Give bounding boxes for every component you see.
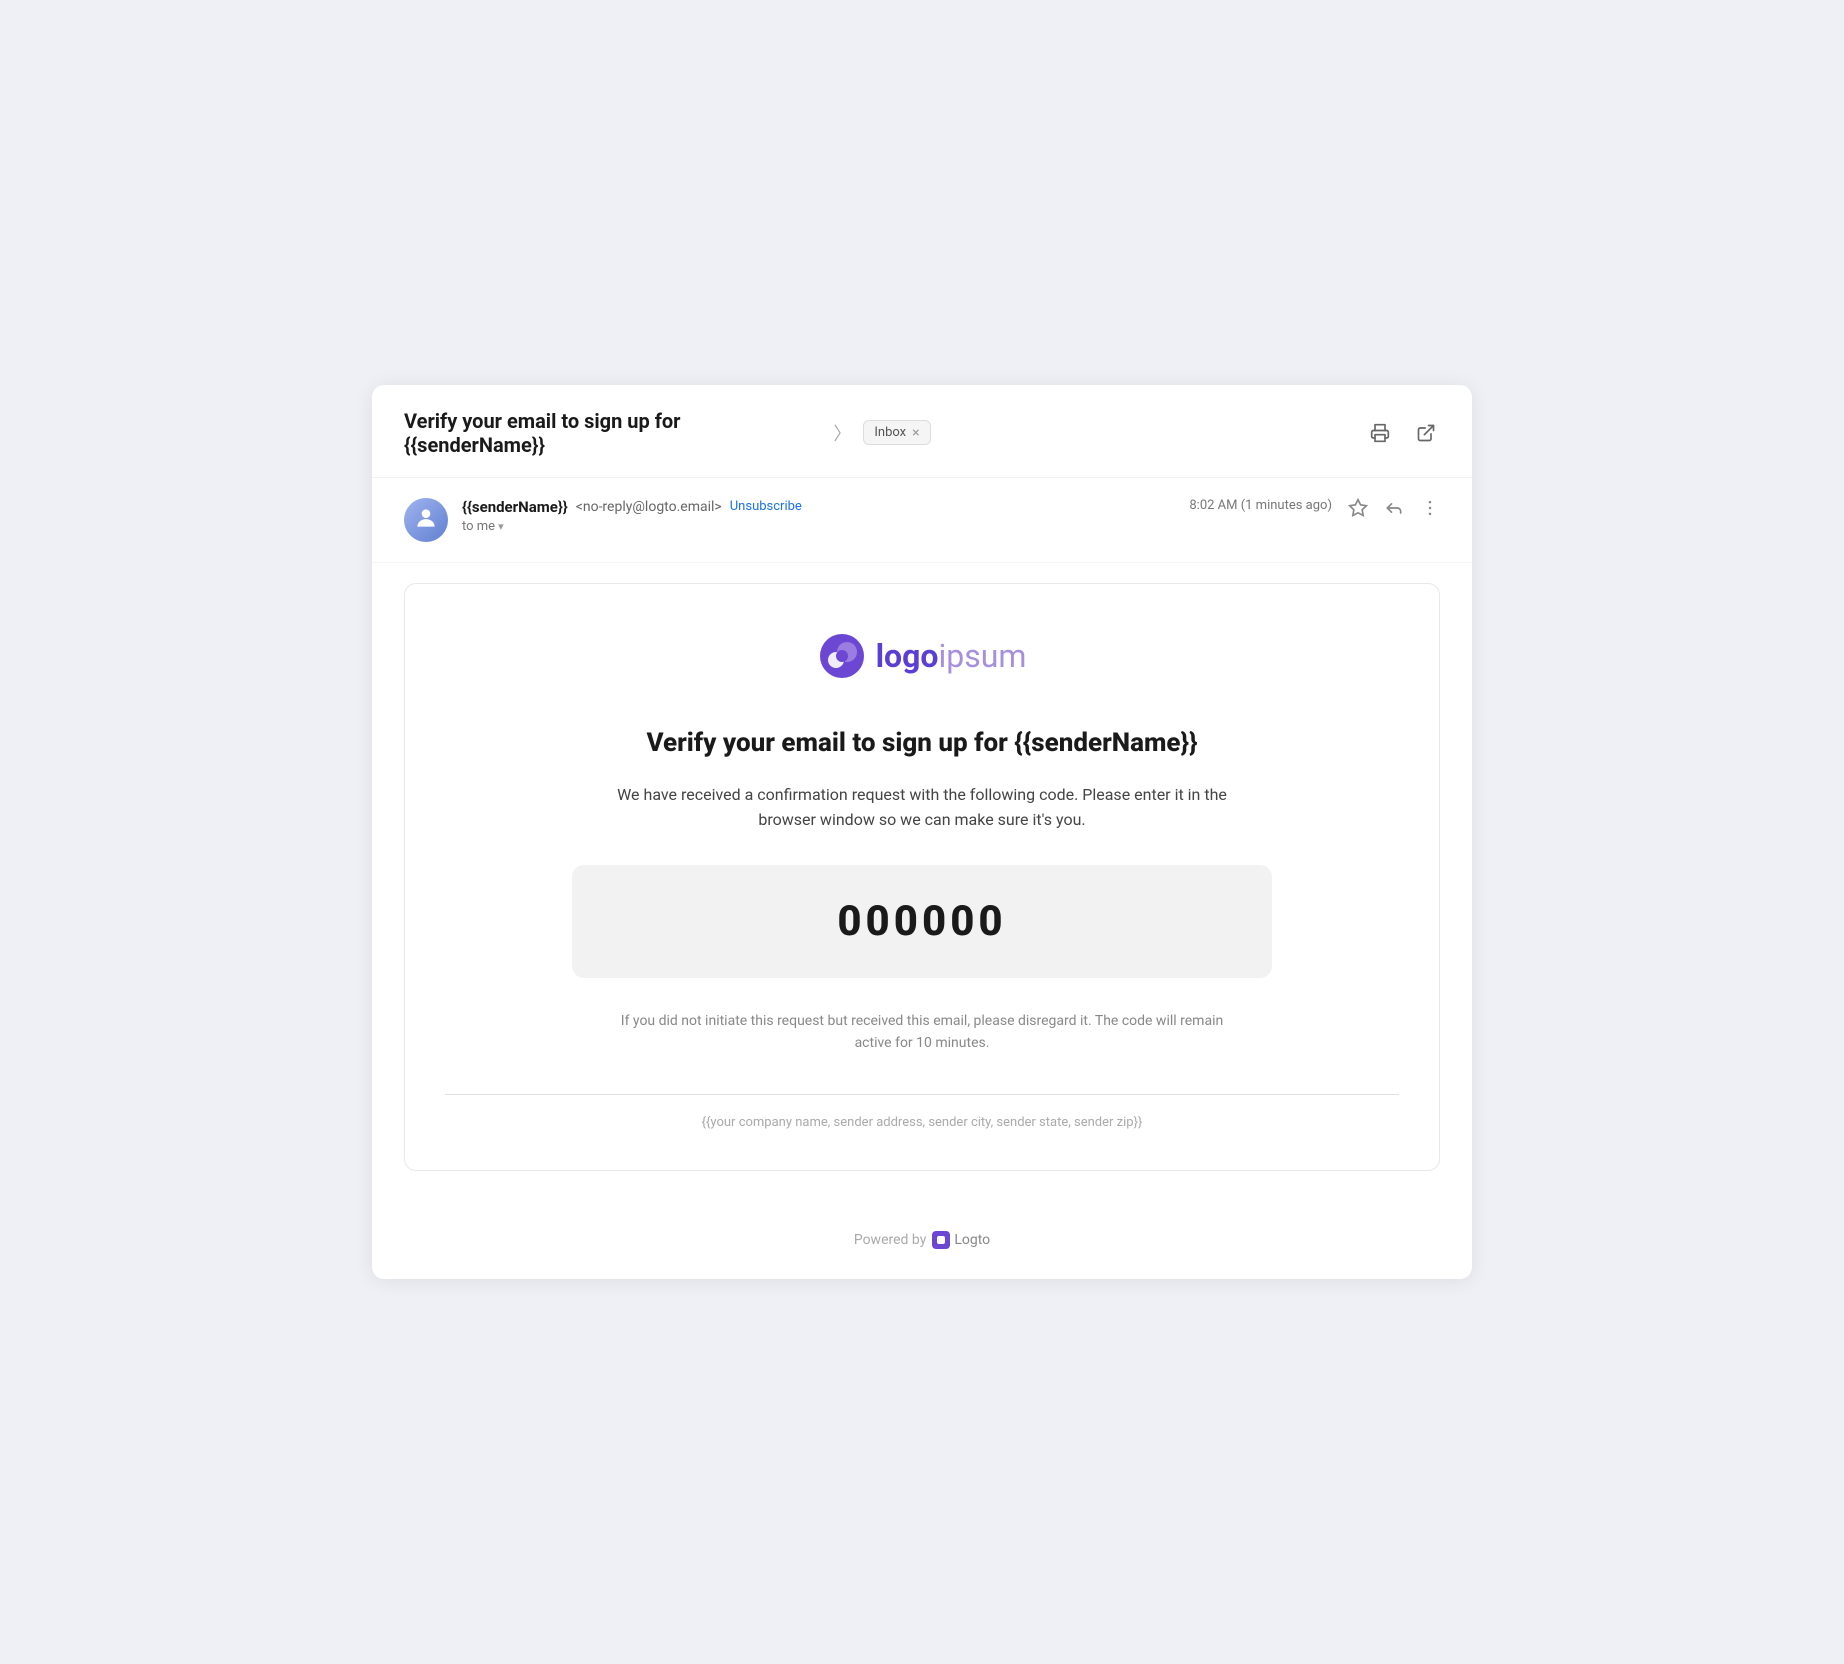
email-description: We have received a confirmation request … [612, 782, 1232, 833]
print-button[interactable] [1366, 419, 1394, 447]
sender-email: <no-reply@logto.email> [576, 499, 722, 515]
email-client-window: Verify your email to sign up for {{sende… [372, 385, 1472, 1280]
logo-bold-part: logo [876, 637, 939, 675]
inbox-label: Inbox [874, 425, 906, 440]
timestamp: 8:02 AM (1 minutes ago) [1189, 498, 1332, 513]
send-icon: 〉 [833, 420, 851, 446]
logo-area: logoipsum [445, 632, 1399, 680]
sender-actions [1348, 498, 1440, 518]
code-box: 000000 [572, 865, 1272, 978]
logo-icon [818, 632, 866, 680]
email-content-card: logoipsum Verify your email to sign up f… [404, 583, 1440, 1172]
more-options-button[interactable] [1420, 498, 1440, 518]
logto-brand-name: Logto [954, 1232, 990, 1248]
powered-by-text: Powered by [854, 1232, 927, 1248]
star-button[interactable] [1348, 498, 1368, 518]
avatar [404, 498, 448, 542]
unsubscribe-link[interactable]: Unsubscribe [730, 499, 802, 514]
chevron-down-icon: ▾ [498, 520, 504, 533]
email-divider [445, 1094, 1399, 1095]
logo-light-part: ipsum [938, 637, 1026, 675]
sender-info: {{senderName}} <no-reply@logto.email> Un… [462, 498, 1189, 534]
header-icons [1366, 419, 1440, 447]
open-external-button[interactable] [1412, 419, 1440, 447]
email-subject: Verify your email to sign up for {{sende… [404, 409, 815, 457]
sender-name: {{senderName}} [462, 498, 568, 516]
sender-name-row: {{senderName}} <no-reply@logto.email> Un… [462, 498, 1189, 516]
logo-text: logoipsum [876, 637, 1027, 675]
inbox-close-icon[interactable]: × [912, 426, 919, 440]
footer-address: {{your company name, sender address, sen… [445, 1115, 1399, 1130]
inbox-tag[interactable]: Inbox × [863, 420, 930, 445]
logto-icon [932, 1231, 950, 1249]
reply-button[interactable] [1384, 498, 1404, 518]
to-me[interactable]: to me ▾ [462, 519, 1189, 534]
email-body: logoipsum Verify your email to sign up f… [372, 563, 1472, 1212]
email-header: Verify your email to sign up for {{sende… [372, 385, 1472, 478]
email-title: Verify your email to sign up for {{sende… [445, 728, 1399, 758]
footer-note: If you did not initiate this request but… [612, 1010, 1232, 1055]
person-icon [413, 505, 439, 535]
verification-code: 000000 [837, 897, 1006, 946]
sender-row: {{senderName}} <no-reply@logto.email> Un… [372, 478, 1472, 563]
logto-brand: Logto [932, 1231, 990, 1249]
powered-by: Powered by Logto [372, 1211, 1472, 1279]
